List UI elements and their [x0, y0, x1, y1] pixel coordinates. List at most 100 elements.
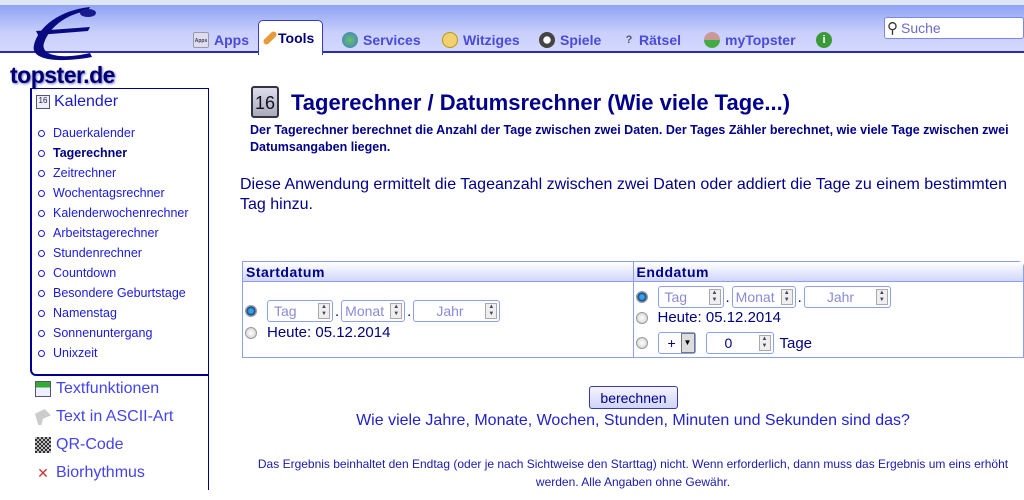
- sidebar-item-zeitrechner[interactable]: Zeitrechner: [38, 163, 189, 183]
- sidebar-item-tagerechner[interactable]: Tagerechner: [38, 143, 189, 163]
- more-units-link-text[interactable]: Wie viele Jahre, Monate, Wochen, Stunden…: [356, 412, 910, 429]
- tab-label: myTopster: [725, 32, 796, 48]
- sidebar-divider: [208, 88, 209, 490]
- end-date-column: Enddatum Tag ▲ ▼. Monat ▲ ▼. Jahr ▲ ▼ Heute: 0…: [632, 262, 1023, 357]
- page-subtitle: Der Tagerechner berechnet die Anzahl der…: [250, 123, 1009, 154]
- calendar-icon: 16: [251, 86, 279, 118]
- search-icon: ⚲: [887, 20, 898, 37]
- sidebar-item-stundenrechner[interactable]: Stundenrechner: [38, 243, 189, 263]
- search-input[interactable]: ⚲ Suche: [884, 17, 1024, 39]
- tab-label: Apps: [214, 32, 249, 48]
- end-date-custom-radio[interactable]: [635, 291, 648, 303]
- sidebar-item-namenstag[interactable]: Namenstag: [38, 303, 189, 323]
- end-add-days-radio[interactable]: [635, 337, 648, 349]
- start-year-input[interactable]: Jahr ▲ ▼: [413, 300, 501, 322]
- tool-label: Textfunktionen: [56, 380, 160, 397]
- logo-icon: [33, 7, 96, 61]
- sidebar-tool-textfunktionen[interactable]: Textfunktionen: [35, 380, 159, 398]
- more-units-link: Wie viele Jahre, Monate, Wochen, Stunden…: [242, 412, 1024, 430]
- calendar-icon: 16: [36, 95, 50, 109]
- operator-select[interactable]: + ▼: [657, 332, 696, 354]
- end-today-radio[interactable]: [635, 311, 648, 324]
- start-date-header: Startdatum: [243, 262, 633, 282]
- spinner-icon[interactable]: ▲ ▼: [318, 303, 330, 319]
- tab-apps[interactable]: Apps Apps: [193, 27, 249, 53]
- spinner-icon[interactable]: ▲ ▼: [485, 303, 498, 319]
- end-today-row: Heute: 05.12.2014: [635, 309, 781, 326]
- site-logo[interactable]: topster.de: [10, 62, 115, 89]
- tab-label: Witziges: [463, 32, 520, 48]
- end-date-header: Enddatum: [633, 262, 1023, 282]
- separator: .: [797, 288, 802, 306]
- tool-label: QR-Code: [56, 436, 124, 453]
- chevron-down-icon[interactable]: ▼: [680, 333, 695, 353]
- qr-code-icon: [35, 437, 51, 453]
- tool-label: Biorhythmus: [56, 464, 145, 481]
- tab-services[interactable]: Services: [342, 27, 421, 53]
- intro-text: Diese Anwendung ermittelt die Tageanzahl…: [240, 176, 1007, 213]
- soccer-ball-icon: [539, 32, 555, 48]
- spinner-icon[interactable]: ▲ ▼: [758, 335, 771, 351]
- question-icon: ?: [625, 34, 633, 46]
- spinner-icon[interactable]: ▲ ▼: [390, 303, 403, 319]
- days-value: 0: [724, 335, 733, 351]
- tab-spiele[interactable]: Spiele: [539, 27, 601, 53]
- placeholder: Monat: [345, 303, 385, 319]
- page-title: Tagerechner / Datumsrechner (Wie viele T…: [291, 90, 791, 115]
- tab-mytopster[interactable]: myTopster: [704, 27, 796, 53]
- top-navbar: Apps Apps Tools Services Witziges Spiele …: [0, 5, 1024, 55]
- calculate-button[interactable]: berechnen: [589, 386, 678, 409]
- placeholder: Monat: [735, 289, 775, 305]
- spinner-icon[interactable]: ▲ ▼: [875, 289, 888, 305]
- end-day-input[interactable]: Tag ▲ ▼: [657, 286, 724, 308]
- sidebar-tool-biorhythmus[interactable]: ✕ Biorhythmus: [35, 464, 145, 482]
- globe-icon: [342, 32, 358, 48]
- tab-tools[interactable]: Tools: [258, 20, 324, 55]
- text-document-icon: [35, 381, 51, 397]
- sidebar-item-sonnenuntergang[interactable]: Sonnenuntergang: [38, 323, 189, 343]
- end-year-input[interactable]: Jahr ▲ ▼: [803, 286, 891, 308]
- separator: .: [335, 302, 340, 320]
- spinner-icon[interactable]: ▲ ▼: [708, 289, 721, 305]
- start-month-input[interactable]: Monat ▲ ▼: [341, 300, 406, 322]
- start-date-input-row: Tag ▲ ▼. Monat ▲ ▼. Jahr ▲ ▼: [245, 300, 501, 322]
- tab-witziges[interactable]: Witziges: [442, 27, 520, 53]
- placeholder: Jahr: [436, 303, 464, 319]
- sidebar-tool-qr-code[interactable]: QR-Code: [35, 436, 124, 454]
- tab-raetsel[interactable]: ? Rätsel: [624, 27, 681, 53]
- placeholder: Tag: [274, 303, 297, 319]
- sidebar-item-arbeitstagerechner[interactable]: Arbeitstagerechner: [38, 223, 189, 243]
- info-icon: i: [816, 32, 832, 48]
- sidebar-item-unixzeit[interactable]: Unixzeit: [38, 343, 189, 363]
- operator-value: +: [667, 335, 676, 351]
- tab-label: Rätsel: [639, 32, 682, 48]
- user-icon: [704, 32, 720, 48]
- start-date-custom-radio[interactable]: [245, 305, 257, 317]
- sidebar-item-geburtstage[interactable]: Besondere Geburtstage: [38, 283, 189, 303]
- wrench-icon: [262, 30, 278, 46]
- sidebar-item-kalenderwochenrechner[interactable]: Kalenderwochenrechner: [38, 203, 189, 223]
- tab-label: Services: [363, 32, 421, 48]
- sidebar-item-countdown[interactable]: Countdown: [38, 263, 189, 283]
- end-today-label: Heute: 05.12.2014: [657, 309, 781, 326]
- sidebar-tool-ascii-art[interactable]: Text in ASCII-Art: [35, 408, 173, 426]
- apps-icon: Apps: [193, 32, 209, 48]
- placeholder: Jahr: [826, 289, 855, 305]
- smiley-icon: [442, 32, 458, 48]
- start-today-row: Heute: 05.12.2014: [245, 324, 390, 341]
- sidebar-item-dauerkalender[interactable]: Dauerkalender: [38, 123, 189, 143]
- start-day-input[interactable]: Tag ▲ ▼: [267, 300, 333, 322]
- sidebar-item-wochentagsrechner[interactable]: Wochentagsrechner: [38, 183, 189, 203]
- sidebar-section-kalender[interactable]: 16 Kalender: [36, 93, 118, 111]
- end-add-days-row: + ▼ 0 ▲ ▼ Tage: [635, 332, 812, 354]
- info-button[interactable]: i: [816, 27, 832, 53]
- end-month-input[interactable]: Monat ▲ ▼: [731, 286, 796, 308]
- disclaimer-note: Das Ergebnis beinhaltet den Endtag (oder…: [257, 457, 1009, 489]
- tool-label: Text in ASCII-Art: [56, 408, 174, 425]
- biorhythm-icon: ✕: [37, 465, 49, 481]
- tab-label: Tools: [278, 30, 315, 46]
- spinner-icon[interactable]: ▲ ▼: [780, 289, 793, 305]
- days-input[interactable]: 0 ▲ ▼: [705, 332, 774, 354]
- placeholder: Tag: [664, 289, 688, 305]
- start-today-radio[interactable]: [245, 326, 257, 339]
